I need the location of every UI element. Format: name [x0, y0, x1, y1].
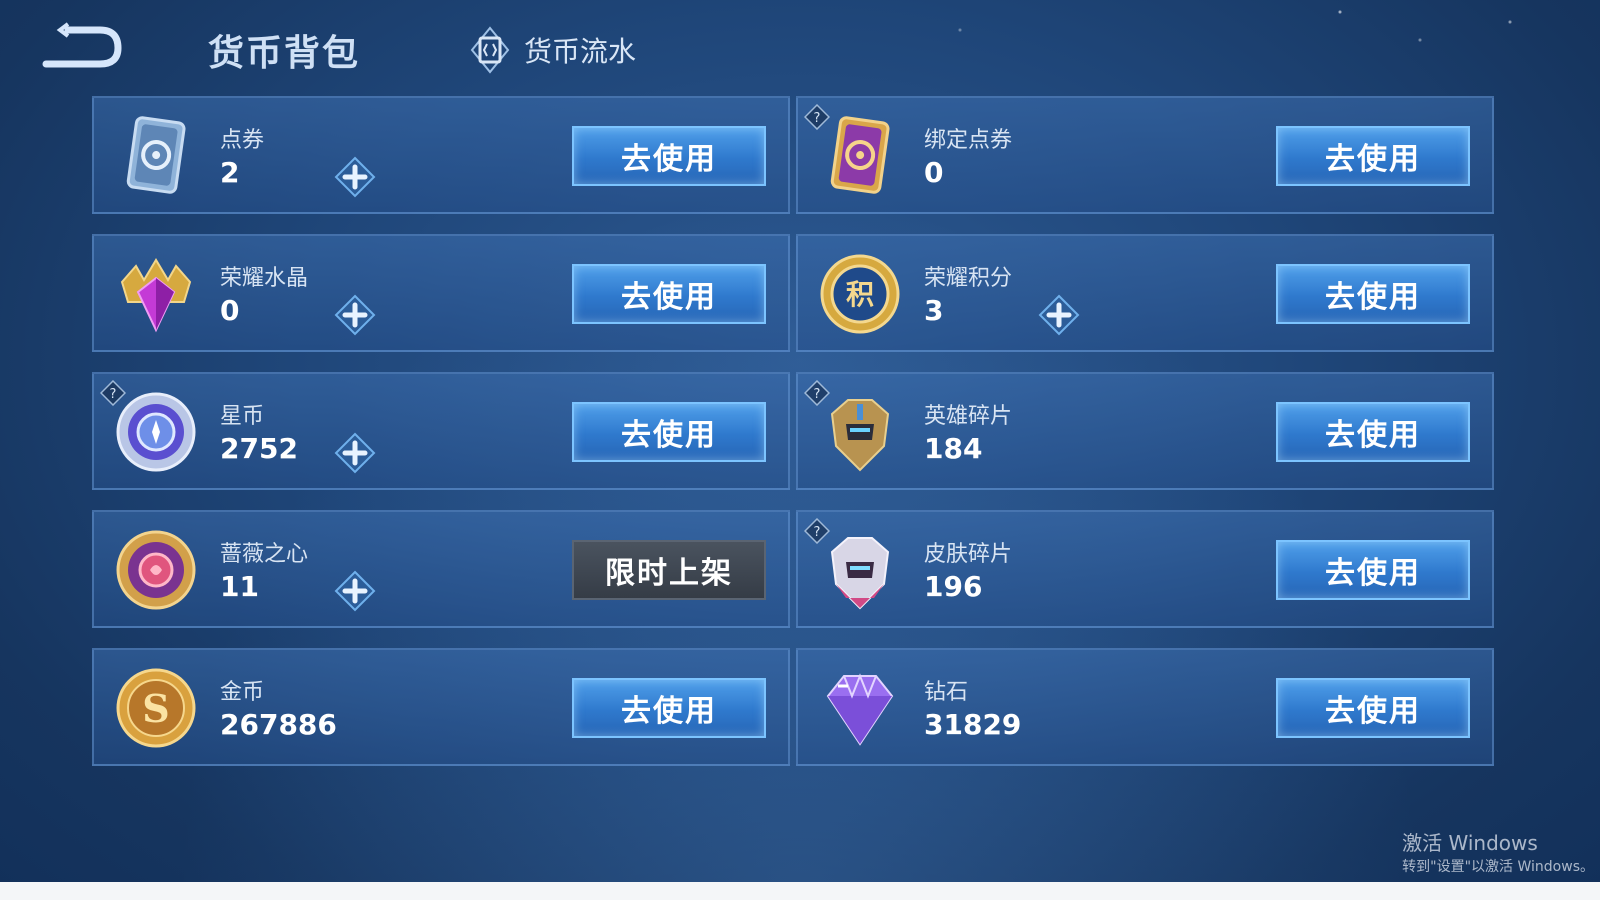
currency-card: ? 绑定点券 0 去使用 [796, 96, 1494, 214]
currency-card: 钻石 31829 去使用 [796, 648, 1494, 766]
skin-shard-icon [818, 528, 902, 612]
plus-icon [1038, 294, 1080, 340]
currency-flow-icon [470, 26, 510, 74]
currency-card: S 金币 267886 去使用 [92, 648, 790, 766]
currency-name: 星币 [220, 404, 265, 429]
use-button[interactable]: 去使用 [572, 678, 766, 738]
currency-amount: 267886 [220, 708, 337, 741]
use-button[interactable]: 去使用 [572, 126, 766, 186]
svg-text:积: 积 [846, 278, 874, 311]
use-button[interactable]: 去使用 [572, 264, 766, 324]
add-currency-button[interactable] [334, 294, 376, 336]
currency-card: ? 皮肤碎片 196 去使用 [796, 510, 1494, 628]
currency-amount: 2 [220, 156, 240, 189]
use-button[interactable]: 去使用 [1276, 540, 1470, 600]
back-button[interactable] [38, 22, 124, 72]
gold-coin-icon: S [114, 666, 198, 750]
currency-amount: 31829 [924, 708, 1022, 741]
currency-name: 钻石 [924, 680, 969, 705]
currency-name: 荣耀水晶 [220, 266, 309, 291]
watermark-line-2: 转到"设置"以激活 Windows。 [1402, 859, 1594, 875]
currency-name: 荣耀积分 [924, 266, 1013, 291]
page-title: 货币背包 [208, 33, 361, 74]
plus-icon [334, 156, 376, 202]
currency-card: 积 荣耀积分 3 去使用 [796, 234, 1494, 352]
currency-card: ? 星币 2752 去使用 [92, 372, 790, 490]
currency-amount: 3 [924, 294, 944, 327]
currency-name: 绑定点券 [924, 128, 1013, 153]
use-button[interactable]: 去使用 [1276, 402, 1470, 462]
currency-amount: 2752 [220, 432, 298, 465]
currency-name: 英雄碎片 [924, 404, 1013, 429]
currency-name: 金币 [220, 680, 265, 705]
plus-icon [334, 570, 376, 616]
currency-card: 点券 2 去使用 [92, 96, 790, 214]
plus-icon [334, 294, 376, 340]
currency-amount: 184 [924, 432, 983, 465]
limited-time-button: 限时上架 [572, 540, 766, 600]
svg-text:S: S [142, 686, 169, 731]
watermark-line-1: 激活 Windows [1402, 831, 1538, 855]
ticket-purple-icon [818, 114, 902, 198]
ticket-blue-icon [114, 114, 198, 198]
currency-name: 皮肤碎片 [924, 542, 1013, 567]
currency-amount: 196 [924, 570, 983, 603]
use-button[interactable]: 去使用 [1276, 264, 1470, 324]
hero-shard-icon [818, 390, 902, 474]
currency-name: 蔷薇之心 [220, 542, 309, 567]
currency-name: 点券 [220, 128, 265, 153]
add-currency-button[interactable] [334, 156, 376, 198]
currency-card: 荣耀水晶 0 去使用 [92, 234, 790, 352]
currency-card: ? 英雄碎片 184 去使用 [796, 372, 1494, 490]
plus-icon [334, 432, 376, 478]
currency-amount: 11 [220, 570, 259, 603]
bottom-strip [0, 882, 1600, 900]
tab-currency-flow[interactable]: 货币流水 [470, 24, 636, 76]
glory-crystal-icon [114, 252, 198, 336]
use-button[interactable]: 去使用 [1276, 678, 1470, 738]
tab-label: 货币流水 [524, 35, 637, 68]
back-arrow-icon [42, 22, 122, 68]
currency-amount: 0 [924, 156, 944, 189]
currency-card: 蔷薇之心 11 限时上架 [92, 510, 790, 628]
diamond-icon [818, 666, 902, 750]
use-button[interactable]: 去使用 [1276, 126, 1470, 186]
windows-activation-watermark: 激活 Windows 转到"设置"以激活 Windows。 [1402, 827, 1594, 876]
add-currency-button[interactable] [334, 570, 376, 612]
add-currency-button[interactable] [334, 432, 376, 474]
use-button[interactable]: 去使用 [572, 402, 766, 462]
add-currency-button[interactable] [1038, 294, 1080, 336]
star-coin-icon [114, 390, 198, 474]
rose-heart-icon [114, 528, 198, 612]
glory-points-icon: 积 [818, 252, 902, 336]
currency-amount: 0 [220, 294, 240, 327]
